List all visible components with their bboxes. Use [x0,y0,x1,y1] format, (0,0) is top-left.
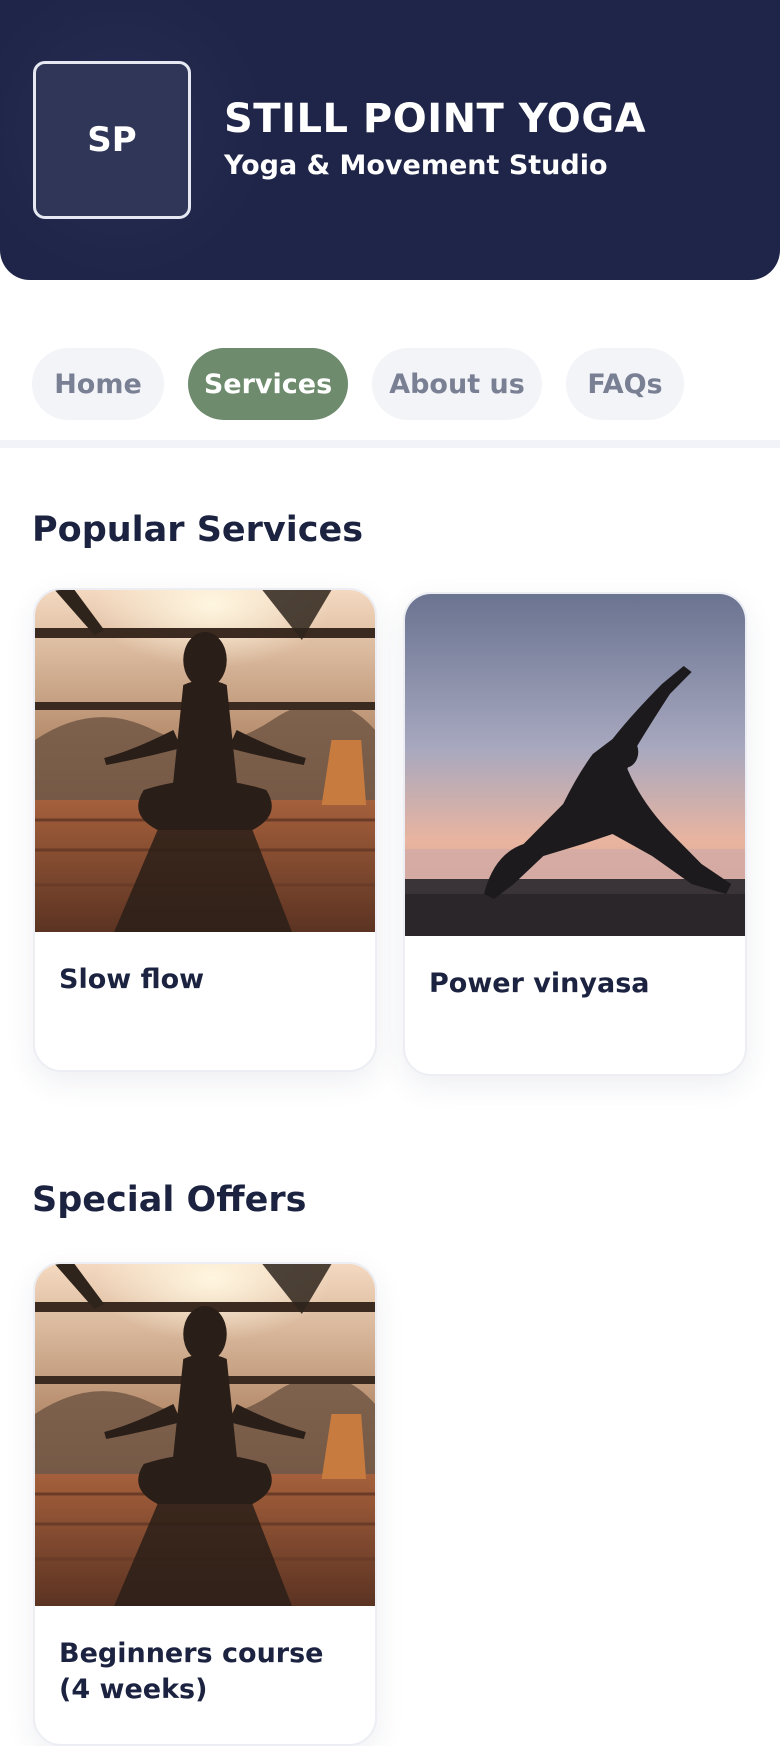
meditation-photo [35,590,375,932]
nav-faqs[interactable]: FAQs [566,348,684,420]
special-offers-title: Special Offers [32,1180,307,1220]
nav-home[interactable]: Home [32,348,164,420]
nav-about[interactable]: About us [372,348,542,420]
nav-bar: Home Services About us FAQs [0,288,780,448]
studio-name: STILL POINT YOGA [224,96,647,142]
popular-services-title: Popular Services [32,510,364,550]
studio-tagline: Yoga & Movement Studio [224,150,608,181]
nav-about-label: About us [389,368,525,400]
service-card-label: Power vinyasa [429,968,650,999]
nav-home-label: Home [54,368,142,400]
nav-services-label: Services [203,368,333,400]
studio-logo[interactable]: SP [33,61,191,219]
meditation-photo [35,1264,375,1606]
service-card-power-vinyasa[interactable]: Power vinyasa [403,592,747,1076]
yoga-sunset-photo [405,594,745,936]
offer-card-beginners-course[interactable]: Beginners course (4 weeks) [33,1262,377,1746]
app-header: SP STILL POINT YOGA Yoga & Movement Stud… [0,0,780,280]
service-card-slow-flow[interactable]: Slow flow [33,588,377,1072]
offer-card-label: Beginners course (4 weeks) [59,1638,324,1705]
nav-faqs-label: FAQs [587,368,663,400]
service-card-label: Slow flow [59,964,205,995]
logo-initials: SP [87,120,137,160]
nav-services[interactable]: Services [188,348,348,420]
